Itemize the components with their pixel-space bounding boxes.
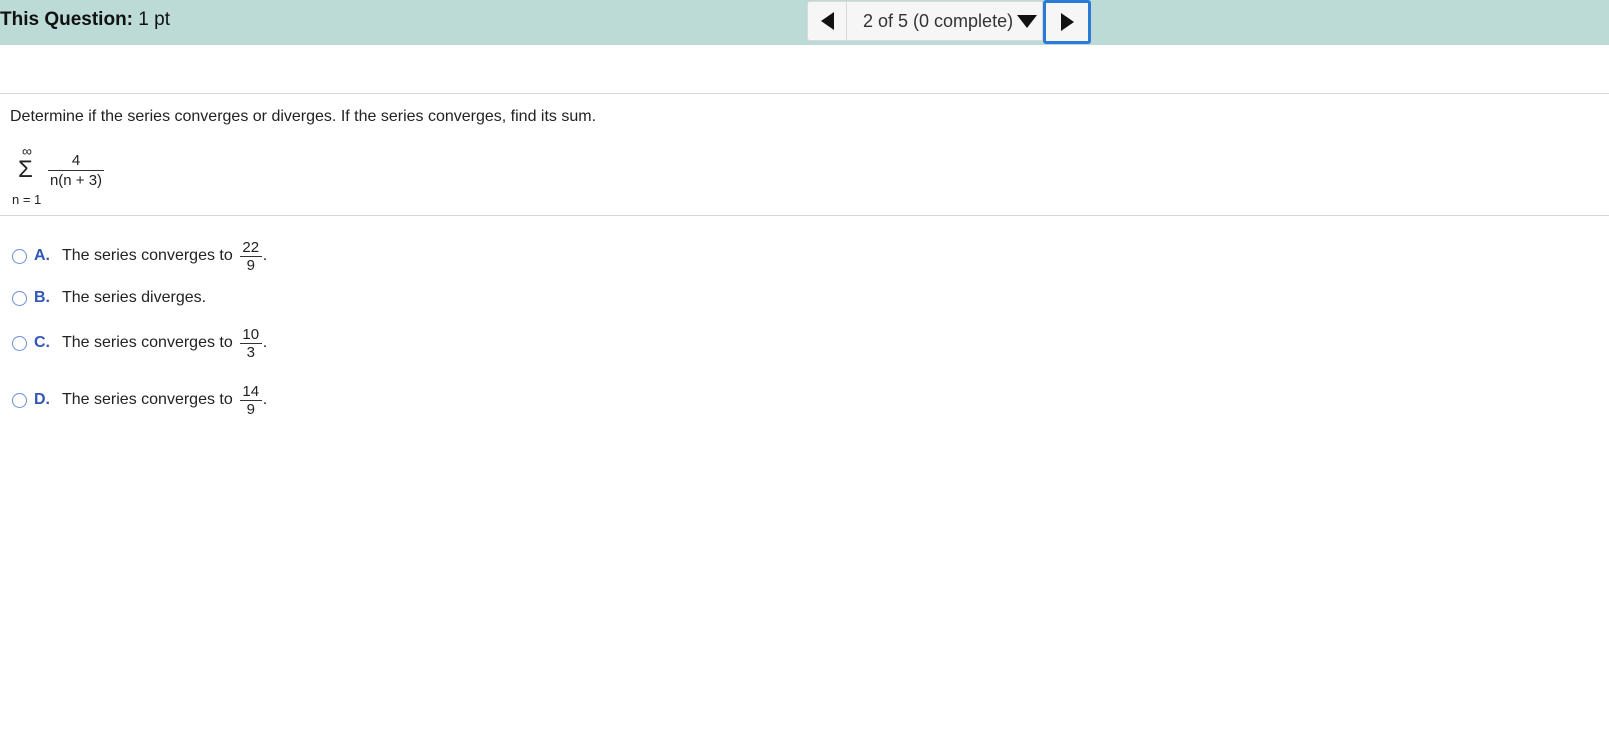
next-question-button[interactable] [1043,0,1091,44]
option-fraction: 22 9 [239,238,262,274]
radio-button[interactable] [12,335,27,351]
option-c[interactable]: C. The series converges to 10 3 . [12,326,268,361]
option-letter: A. [34,247,50,264]
question-select-dropdown[interactable]: 2 of 5 (0 complete) [847,1,1043,41]
question-status-text: 2 of 5 (0 complete) [863,10,1014,31]
question-prompt: Determine if the series converges or div… [10,108,597,125]
option-text: The series converges to [62,391,233,408]
term-denominator: n(n + 3) [49,172,103,189]
option-period: . [262,247,268,264]
option-b[interactable]: B. The series diverges. [12,288,206,308]
fraction-numerator: 22 [242,238,260,256]
option-letter: C. [34,334,50,351]
series-term-fraction: 4 n(n + 3) [48,152,104,191]
radio-button[interactable] [12,290,27,306]
option-letter: D. [34,391,50,408]
term-numerator: 4 [71,152,81,169]
question-navigator: 2 of 5 (0 complete) [807,0,1091,44]
sigma-symbol: Σ [18,156,33,183]
radio-button[interactable] [12,392,27,408]
option-period: . [262,391,268,408]
divider [0,215,1609,216]
divider [0,93,1609,94]
question-points: 1 pt [138,9,170,30]
option-fraction: 10 3 [239,325,262,361]
lower-limit: n = 1 [12,192,42,207]
fraction-denominator: 9 [246,400,255,418]
option-text: The series diverges. [62,289,207,306]
left-arrow-icon [820,12,834,30]
previous-question-button[interactable] [807,1,847,41]
series-expression: ∞ Σ n = 1 4 n(n + 3) [12,143,132,209]
question-label: This Question: [0,9,133,30]
fraction-denominator: 9 [246,256,255,274]
option-text: The series converges to [62,247,233,264]
dropdown-icon [1017,14,1038,28]
option-fraction: 14 9 [239,382,262,418]
fraction-numerator: 10 [242,325,260,343]
option-letter: B. [34,289,50,306]
option-a[interactable]: A. The series converges to 22 9 . [12,239,268,274]
option-d[interactable]: D. The series converges to 14 9 . [12,383,268,418]
right-arrow-icon [1060,13,1074,31]
option-text: The series converges to [62,334,233,351]
radio-button[interactable] [12,248,27,264]
question-points-info: This Question: 1 pt [0,9,170,31]
fraction-denominator: 3 [246,343,255,361]
header-bar: This Question: 1 pt 2 of 5 (0 complete) [0,0,1609,45]
fraction-numerator: 14 [242,382,260,400]
option-period: . [262,334,268,351]
